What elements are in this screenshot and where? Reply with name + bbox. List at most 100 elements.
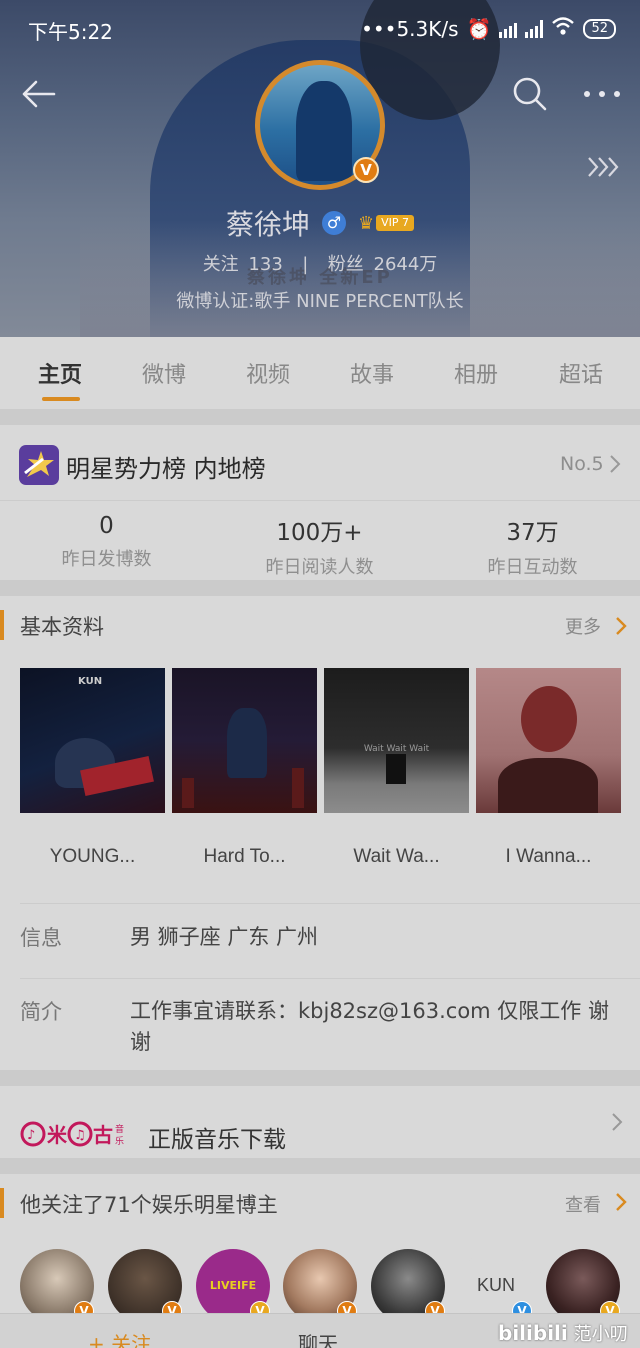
verified-badge-icon: V <box>353 157 379 183</box>
album-cover-figure <box>386 754 406 784</box>
intro-label: 简介 <box>20 1000 62 1024</box>
profile-tabs: 主页 微博 视频 故事 相册 超话 <box>0 337 640 409</box>
svg-text:古: 古 <box>93 1123 113 1147</box>
follow-count[interactable]: 133 <box>248 254 282 275</box>
album-cover-text: Wait Wait Wait <box>363 744 430 754</box>
chat-button[interactable]: 聊天 <box>298 1328 338 1348</box>
tab-home[interactable]: 主页 <box>20 357 100 389</box>
fans-label[interactable]: 粉丝 <box>328 254 364 275</box>
album-cover-head <box>521 686 577 752</box>
basic-info-card: 基本资料 更多 KUN Wait Wait Wait YOUNG... Hard… <box>0 596 640 1070</box>
star-rank-logo-icon <box>19 445 59 485</box>
fans-count[interactable]: 2644万 <box>374 254 438 275</box>
avatar-logo-text: LIVEIFE <box>209 1279 257 1292</box>
back-arrow-icon[interactable] <box>18 74 58 114</box>
stat-interactions: 37万 昨日互动数 <box>426 513 639 579</box>
stat-value: 37万 <box>506 520 559 546</box>
network-speed: •••5.3K/s <box>361 16 459 41</box>
stat-label: 昨日阅读人数 <box>265 557 374 578</box>
album-cover-body <box>498 758 598 813</box>
star-rank-card[interactable]: 明星势力榜 内地榜 No.5 0 昨日发博数 100万+ 昨日阅读人数 37万 … <box>0 425 640 580</box>
basic-info-header[interactable]: 基本资料 更多 <box>0 596 640 654</box>
section-gap <box>0 580 640 596</box>
status-time: 下午5:22 <box>28 20 113 44</box>
vip-badge[interactable]: ♛ VIP 7 <box>357 212 415 234</box>
album-cover-i-wanna[interactable] <box>476 668 621 813</box>
battery-indicator: 52 <box>583 18 616 39</box>
stat-label: 昨日互动数 <box>487 557 578 578</box>
search-icon[interactable] <box>510 74 550 114</box>
album-cover-figure <box>227 708 267 778</box>
chevron-right-icon <box>616 617 627 635</box>
intro-value: 工作事宜请联系：kbj82sz@163.com 仅限工作 谢谢 <box>130 999 609 1054</box>
follow-button[interactable]: + 关注 <box>88 1328 151 1348</box>
album-cover-text: KUN <box>78 676 103 687</box>
album-cover-wait-wait[interactable]: Wait Wait Wait <box>324 668 469 813</box>
follow-label[interactable]: 关注 <box>203 254 239 275</box>
section-accent-bar <box>0 1188 4 1218</box>
profile-header: 下午5:22 •••5.3K/s ⏰ 52 V 蔡徐坤 ♂ ♛ VIP 7 蔡徐… <box>0 0 640 337</box>
following-card: 他关注了71个娱乐明星博主 查看 LIVEIFE KUN V V V V V V… <box>0 1174 640 1323</box>
active-tab-indicator <box>42 397 80 401</box>
wifi-icon <box>551 16 575 41</box>
profile-name-row: 蔡徐坤 ♂ ♛ VIP 7 <box>0 203 640 243</box>
section-title: 他关注了71个娱乐明星博主 <box>20 1193 278 1217</box>
tab-weibo[interactable]: 微博 <box>124 357 204 389</box>
signal-hd-icon <box>525 19 544 38</box>
avatar-logo-text: KUN <box>476 1275 515 1295</box>
divider <box>20 978 640 979</box>
chevron-right-icon <box>612 1113 623 1131</box>
info-label: 信息 <box>20 926 62 950</box>
divider <box>20 903 640 904</box>
view-link[interactable]: 查看 <box>565 1191 601 1217</box>
album-cover-young[interactable]: KUN <box>20 668 165 813</box>
music-download-title: 正版音乐下载 <box>148 1127 286 1153</box>
verification-text: 微博认证:歌手 NINE PERCENT队长 <box>176 291 464 312</box>
album-cover-hard-to[interactable] <box>172 668 317 813</box>
album-title[interactable]: YOUNG... <box>20 846 165 868</box>
migu-music-logo-icon: ♪ 米 ♫ 古 音 乐 <box>20 1116 130 1152</box>
album-title[interactable]: I Wanna... <box>476 846 621 868</box>
crown-icon: ♛ <box>357 212 375 234</box>
section-gap <box>0 409 640 425</box>
section-gap <box>0 1070 640 1086</box>
info-value: 男 狮子座 广东 广州 <box>130 925 319 949</box>
section-gap <box>0 1158 640 1174</box>
star-rank-header[interactable]: 明星势力榜 内地榜 No.5 <box>0 425 640 500</box>
more-options-icon[interactable] <box>580 82 624 106</box>
status-bar: 下午5:22 •••5.3K/s ⏰ 52 <box>0 14 640 46</box>
stat-value: 0 <box>99 513 114 539</box>
stat-readers: 100万+ 昨日阅读人数 <box>213 513 426 579</box>
follow-stats: 关注 133 | 粉丝 2644万 <box>0 250 640 276</box>
vip-level: VIP 7 <box>376 215 415 231</box>
album-title[interactable]: Wait Wa... <box>324 846 469 868</box>
star-rank-title: 明星势力榜 内地榜 <box>66 455 266 483</box>
album-cover-light <box>182 778 194 808</box>
avatar-figure <box>296 81 352 181</box>
following-header[interactable]: 他关注了71个娱乐明星博主 查看 <box>0 1174 640 1232</box>
stat-value: 100万+ <box>276 520 363 546</box>
tab-video[interactable]: 视频 <box>228 357 308 389</box>
svg-text:乐: 乐 <box>115 1135 124 1147</box>
bilibili-watermark: bilibili范小叨叨 <box>498 1320 640 1348</box>
section-title: 基本资料 <box>20 615 104 639</box>
triple-chevron-icon[interactable] <box>585 152 621 182</box>
chevron-right-icon <box>610 455 621 473</box>
signal-icon <box>499 20 518 38</box>
tab-story[interactable]: 故事 <box>332 357 412 389</box>
stats-separator: | <box>302 254 309 275</box>
profile-name: 蔡徐坤 <box>225 208 310 241</box>
more-link[interactable]: 更多 <box>565 613 601 639</box>
star-rank-number: No.5 <box>560 453 604 475</box>
svg-text:♪: ♪ <box>27 1128 35 1143</box>
album-title[interactable]: Hard To... <box>172 846 317 868</box>
tab-supertopic[interactable]: 超话 <box>541 357 621 389</box>
divider <box>0 500 640 501</box>
male-gender-icon: ♂ <box>321 211 346 235</box>
section-accent-bar <box>0 610 4 640</box>
tab-album[interactable]: 相册 <box>436 357 516 389</box>
music-download-card[interactable]: ♪ 米 ♫ 古 音 乐 正版音乐下载 <box>0 1086 640 1158</box>
svg-text:♫: ♫ <box>74 1128 86 1143</box>
stat-label: 昨日发博数 <box>61 549 152 570</box>
album-cover-light <box>292 768 304 808</box>
